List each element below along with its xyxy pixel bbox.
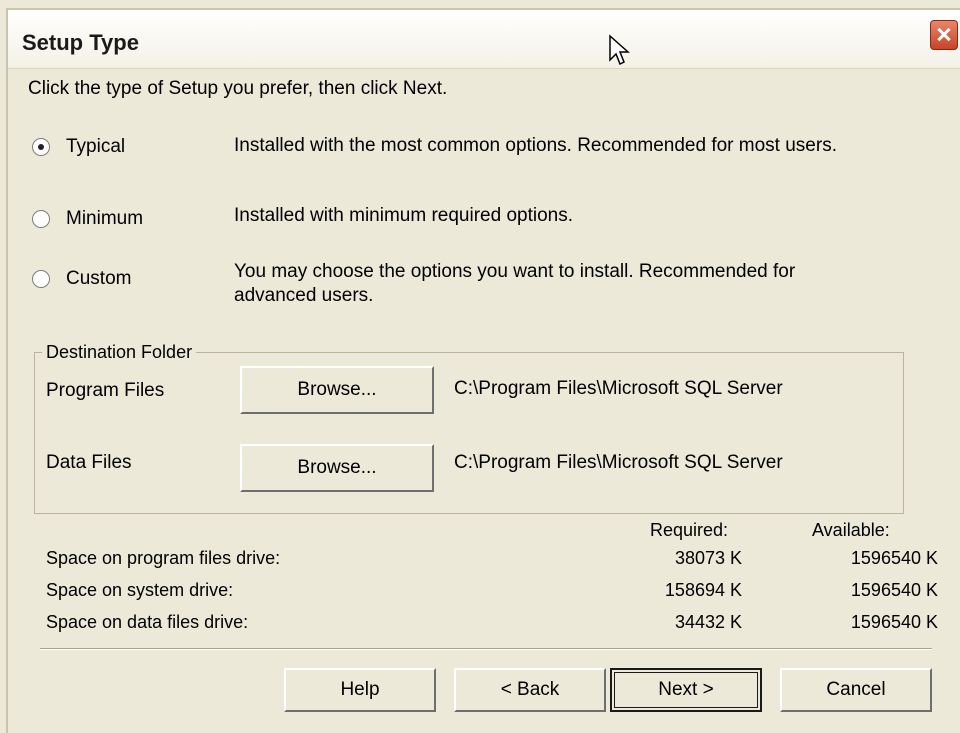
description-minimum: Installed with minimum required options.: [234, 205, 573, 226]
space-required: 38073 K: [674, 548, 742, 568]
data-files-label: Data Files: [46, 452, 132, 473]
title-bar: Setup Type: [8, 10, 960, 69]
available-header: Available:: [812, 520, 890, 540]
radio-typical[interactable]: [32, 138, 50, 156]
required-header: Required:: [650, 520, 729, 540]
data-files-path: C:\Program Files\Microsoft SQL Server: [454, 452, 783, 473]
program-files-label: Program Files: [46, 380, 165, 401]
destination-folder-legend: Destination Folder: [42, 342, 197, 363]
space-required: 158694 K: [664, 580, 742, 600]
space-required: 34432 K: [674, 612, 742, 632]
space-available: 1596540 K: [850, 548, 938, 568]
data-files-browse-button[interactable]: Browse...: [240, 444, 434, 492]
program-files-path: C:\Program Files\Microsoft SQL Server: [454, 378, 783, 399]
close-icon[interactable]: [930, 20, 958, 50]
description-typical: Installed with the most common options. …: [234, 135, 837, 156]
space-available: 1596540 K: [850, 612, 938, 632]
radio-minimum[interactable]: [32, 210, 50, 228]
mouse-pointer-icon: [609, 34, 630, 66]
instruction-text: Click the type of Setup you prefer, then…: [28, 78, 448, 99]
space-available: 1596540 K: [850, 580, 938, 600]
destination-folder-group: [34, 352, 904, 514]
radio-label-minimum[interactable]: Minimum: [66, 208, 143, 230]
back-button[interactable]: < Back: [454, 668, 606, 712]
divider: [40, 648, 932, 650]
space-row-label: Space on program files drive:: [46, 548, 281, 568]
space-row-label: Space on data files drive:: [46, 612, 249, 632]
window-title: Setup Type: [22, 30, 139, 55]
program-files-browse-button[interactable]: Browse...: [240, 366, 434, 414]
radio-label-custom[interactable]: Custom: [66, 268, 131, 290]
next-button[interactable]: Next >: [610, 668, 762, 712]
description-custom: You may choose the options you want to i…: [234, 261, 796, 306]
space-row-label: Space on system drive:: [46, 580, 234, 600]
radio-custom[interactable]: [32, 270, 50, 288]
help-button[interactable]: Help: [284, 668, 436, 712]
radio-label-typical[interactable]: Typical: [66, 136, 125, 158]
cancel-button[interactable]: Cancel: [780, 668, 932, 712]
